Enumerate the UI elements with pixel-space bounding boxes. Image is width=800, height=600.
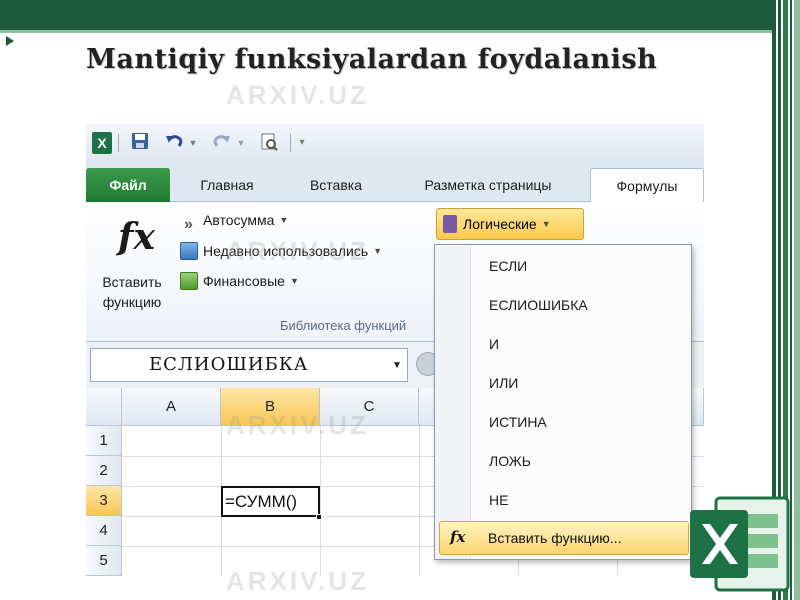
menu-item-iferror[interactable]: ЕСЛИОШИБКА [489, 292, 588, 318]
insert-function-menu-label: Вставить функцию... [488, 530, 622, 546]
slide-title: Mantiqiy funksiyalardan foydalanish [86, 44, 658, 75]
financial-book-icon [180, 272, 198, 290]
insert-function-icon[interactable]: fx [118, 216, 155, 258]
chevron-down-icon: ▼ [541, 219, 551, 229]
row-header-1[interactable]: 1 [86, 426, 122, 456]
select-all-corner[interactable] [86, 388, 122, 426]
insert-function-button[interactable]: Вставить функцию [94, 272, 170, 312]
qat-separator [118, 134, 119, 152]
logical-functions-menu: ЕСЛИ ЕСЛИОШИБКА И ИЛИ ИСТИНА ЛОЖЬ НЕ fx … [434, 244, 692, 560]
menu-item-insert-function[interactable]: fx Вставить функцию... [439, 521, 689, 555]
sigma-icon: » [184, 216, 193, 233]
autosum-label: Автосумма [203, 212, 275, 228]
slide-bullet-icon [6, 36, 14, 46]
autosum-button[interactable]: » Автосумма ▼ [184, 212, 288, 234]
redo-icon[interactable] [210, 132, 234, 154]
watermark: ARXIV.UZ [226, 236, 369, 266]
logical-label: Логические [463, 216, 537, 232]
gridline [320, 426, 321, 576]
customize-qat-icon[interactable]: ▾ [296, 132, 308, 154]
insert-function-label-line2: функцию [102, 294, 162, 310]
logical-functions-button[interactable]: Логические ▼ [436, 208, 584, 240]
watermark: ARXIV.UZ [226, 410, 369, 440]
menu-item-false[interactable]: ЛОЖЬ [489, 448, 531, 474]
tab-page-layout[interactable]: Разметка страницы [398, 168, 578, 202]
row-header-5[interactable]: 5 [86, 546, 122, 576]
function-library-group-label: Библиотека функций [280, 318, 407, 333]
tab-file[interactable]: Файл [86, 168, 170, 202]
chevron-down-icon: ▼ [289, 276, 299, 286]
row-header-4[interactable]: 4 [86, 516, 122, 546]
menu-item-not[interactable]: НЕ [489, 487, 508, 513]
save-icon[interactable] [130, 132, 150, 154]
watermark: ARXIV.UZ [226, 566, 369, 596]
excel-logo-icon[interactable]: X [92, 132, 112, 154]
slide-top-line [0, 30, 772, 33]
menu-item-true[interactable]: ИСТИНА [489, 409, 547, 435]
menu-icon-gutter [435, 245, 471, 559]
ribbon-tabs: Файл Главная Вставка Разметка страницы Ф… [86, 164, 704, 202]
logical-book-icon [443, 215, 457, 233]
menu-item-or[interactable]: ИЛИ [489, 370, 518, 396]
chevron-down-icon: ▼ [373, 246, 383, 256]
column-header-a[interactable]: A [122, 388, 221, 426]
row-header-2[interactable]: 2 [86, 456, 122, 486]
insert-function-label-line1: Вставить [102, 274, 162, 290]
active-cell-b3[interactable]: =СУММ() [221, 486, 320, 517]
chevron-down-icon: ▼ [279, 215, 289, 225]
tab-insert[interactable]: Вставка [290, 168, 382, 202]
excel-logo-icon [690, 496, 790, 592]
insert-function-small-icon: fx [450, 528, 466, 546]
slide-top-bar [0, 0, 772, 30]
quick-access-toolbar: X ▼ ▼ ▾ [86, 124, 704, 164]
watermark: ARXIV.UZ [226, 80, 369, 110]
qat-separator [290, 134, 291, 152]
tab-formulas[interactable]: Формулы [590, 168, 704, 202]
gridline [419, 426, 420, 576]
undo-dropdown-icon[interactable]: ▼ [188, 132, 198, 154]
redo-dropdown-icon[interactable]: ▼ [236, 132, 246, 154]
tab-home[interactable]: Главная [182, 168, 272, 202]
fill-handle[interactable] [316, 514, 322, 520]
print-preview-icon[interactable] [258, 132, 280, 154]
name-box[interactable]: ЕСЛИОШИБКА [90, 348, 408, 382]
undo-icon[interactable] [162, 132, 186, 154]
menu-item-and[interactable]: И [489, 331, 499, 357]
financial-label: Финансовые [203, 273, 285, 289]
star-book-icon [180, 242, 198, 260]
name-box-dropdown-icon[interactable]: ▼ [392, 360, 402, 371]
row-header-3[interactable]: 3 [86, 486, 122, 516]
menu-item-if[interactable]: ЕСЛИ [489, 253, 527, 279]
financial-button[interactable]: Финансовые ▼ [180, 272, 299, 290]
